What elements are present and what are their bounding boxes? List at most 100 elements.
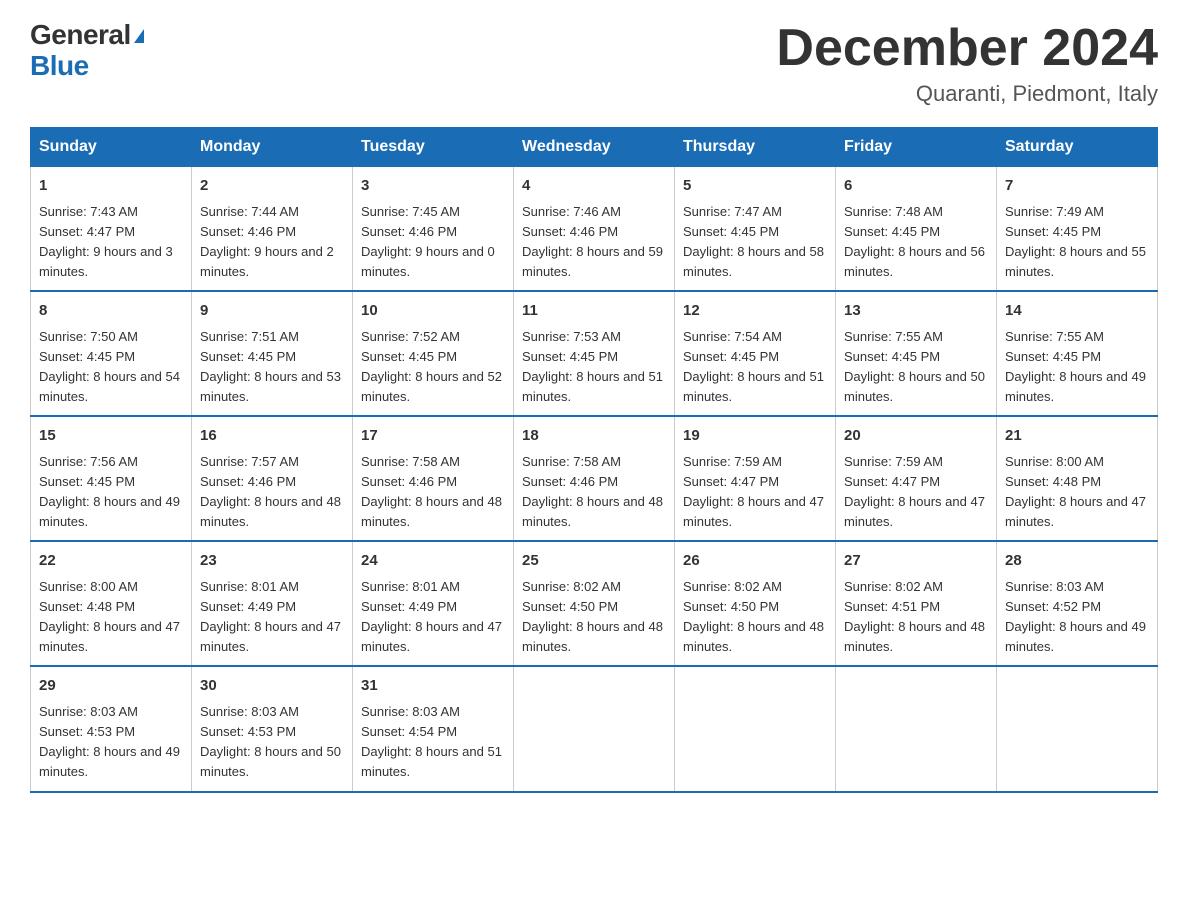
calendar-cell: 15 Sunrise: 7:56 AMSunset: 4:45 PMDaylig… [31, 416, 192, 541]
calendar-cell: 12 Sunrise: 7:54 AMSunset: 4:45 PMDaylig… [675, 291, 836, 416]
weekday-header-friday: Friday [836, 128, 997, 167]
day-info: Sunrise: 8:01 AMSunset: 4:49 PMDaylight:… [361, 577, 505, 658]
day-number: 16 [200, 425, 344, 448]
day-number: 23 [200, 550, 344, 573]
calendar-cell: 30 Sunrise: 8:03 AMSunset: 4:53 PMDaylig… [192, 666, 353, 791]
calendar-cell: 26 Sunrise: 8:02 AMSunset: 4:50 PMDaylig… [675, 541, 836, 666]
day-info: Sunrise: 7:51 AMSunset: 4:45 PMDaylight:… [200, 327, 344, 408]
calendar-cell: 17 Sunrise: 7:58 AMSunset: 4:46 PMDaylig… [353, 416, 514, 541]
calendar-cell: 1 Sunrise: 7:43 AMSunset: 4:47 PMDayligh… [31, 167, 192, 292]
day-info: Sunrise: 7:58 AMSunset: 4:46 PMDaylight:… [522, 452, 666, 533]
calendar-cell: 7 Sunrise: 7:49 AMSunset: 4:45 PMDayligh… [997, 167, 1158, 292]
day-number: 14 [1005, 300, 1149, 323]
day-number: 25 [522, 550, 666, 573]
day-info: Sunrise: 7:44 AMSunset: 4:46 PMDaylight:… [200, 202, 344, 283]
day-info: Sunrise: 8:02 AMSunset: 4:50 PMDaylight:… [522, 577, 666, 658]
logo: General Blue [30, 20, 144, 82]
day-info: Sunrise: 7:45 AMSunset: 4:46 PMDaylight:… [361, 202, 505, 283]
weekday-header-wednesday: Wednesday [514, 128, 675, 167]
day-number: 22 [39, 550, 183, 573]
location-title: Quaranti, Piedmont, Italy [776, 81, 1158, 107]
calendar-week-row: 15 Sunrise: 7:56 AMSunset: 4:45 PMDaylig… [31, 416, 1158, 541]
day-info: Sunrise: 7:59 AMSunset: 4:47 PMDaylight:… [844, 452, 988, 533]
day-info: Sunrise: 8:02 AMSunset: 4:51 PMDaylight:… [844, 577, 988, 658]
calendar-cell: 24 Sunrise: 8:01 AMSunset: 4:49 PMDaylig… [353, 541, 514, 666]
calendar-cell: 16 Sunrise: 7:57 AMSunset: 4:46 PMDaylig… [192, 416, 353, 541]
day-info: Sunrise: 7:52 AMSunset: 4:45 PMDaylight:… [361, 327, 505, 408]
calendar-cell: 2 Sunrise: 7:44 AMSunset: 4:46 PMDayligh… [192, 167, 353, 292]
day-number: 27 [844, 550, 988, 573]
day-number: 2 [200, 175, 344, 198]
weekday-header-monday: Monday [192, 128, 353, 167]
month-title: December 2024 [776, 20, 1158, 77]
day-number: 4 [522, 175, 666, 198]
calendar-cell: 23 Sunrise: 8:01 AMSunset: 4:49 PMDaylig… [192, 541, 353, 666]
day-info: Sunrise: 7:49 AMSunset: 4:45 PMDaylight:… [1005, 202, 1149, 283]
day-number: 24 [361, 550, 505, 573]
day-info: Sunrise: 7:50 AMSunset: 4:45 PMDaylight:… [39, 327, 183, 408]
day-number: 19 [683, 425, 827, 448]
calendar-week-row: 22 Sunrise: 8:00 AMSunset: 4:48 PMDaylig… [31, 541, 1158, 666]
calendar-week-row: 8 Sunrise: 7:50 AMSunset: 4:45 PMDayligh… [31, 291, 1158, 416]
day-info: Sunrise: 7:56 AMSunset: 4:45 PMDaylight:… [39, 452, 183, 533]
calendar-cell: 25 Sunrise: 8:02 AMSunset: 4:50 PMDaylig… [514, 541, 675, 666]
calendar-cell: 27 Sunrise: 8:02 AMSunset: 4:51 PMDaylig… [836, 541, 997, 666]
calendar-cell: 4 Sunrise: 7:46 AMSunset: 4:46 PMDayligh… [514, 167, 675, 292]
calendar-cell: 10 Sunrise: 7:52 AMSunset: 4:45 PMDaylig… [353, 291, 514, 416]
calendar-cell: 21 Sunrise: 8:00 AMSunset: 4:48 PMDaylig… [997, 416, 1158, 541]
day-number: 13 [844, 300, 988, 323]
day-info: Sunrise: 7:55 AMSunset: 4:45 PMDaylight:… [844, 327, 988, 408]
calendar-cell: 22 Sunrise: 8:00 AMSunset: 4:48 PMDaylig… [31, 541, 192, 666]
calendar-week-row: 1 Sunrise: 7:43 AMSunset: 4:47 PMDayligh… [31, 167, 1158, 292]
calendar-cell: 6 Sunrise: 7:48 AMSunset: 4:45 PMDayligh… [836, 167, 997, 292]
day-number: 31 [361, 675, 505, 698]
calendar-cell: 13 Sunrise: 7:55 AMSunset: 4:45 PMDaylig… [836, 291, 997, 416]
day-number: 3 [361, 175, 505, 198]
weekday-header-tuesday: Tuesday [353, 128, 514, 167]
weekday-header-sunday: Sunday [31, 128, 192, 167]
calendar-week-row: 29 Sunrise: 8:03 AMSunset: 4:53 PMDaylig… [31, 666, 1158, 791]
day-number: 21 [1005, 425, 1149, 448]
day-info: Sunrise: 7:58 AMSunset: 4:46 PMDaylight:… [361, 452, 505, 533]
day-info: Sunrise: 8:03 AMSunset: 4:53 PMDaylight:… [200, 702, 344, 783]
calendar-cell: 18 Sunrise: 7:58 AMSunset: 4:46 PMDaylig… [514, 416, 675, 541]
calendar-cell: 8 Sunrise: 7:50 AMSunset: 4:45 PMDayligh… [31, 291, 192, 416]
page-header: General Blue December 2024 Quaranti, Pie… [30, 20, 1158, 107]
day-number: 6 [844, 175, 988, 198]
day-number: 17 [361, 425, 505, 448]
weekday-header-saturday: Saturday [997, 128, 1158, 167]
day-info: Sunrise: 7:48 AMSunset: 4:45 PMDaylight:… [844, 202, 988, 283]
calendar-cell: 11 Sunrise: 7:53 AMSunset: 4:45 PMDaylig… [514, 291, 675, 416]
day-info: Sunrise: 8:03 AMSunset: 4:52 PMDaylight:… [1005, 577, 1149, 658]
day-info: Sunrise: 8:00 AMSunset: 4:48 PMDaylight:… [1005, 452, 1149, 533]
day-number: 8 [39, 300, 183, 323]
day-info: Sunrise: 7:46 AMSunset: 4:46 PMDaylight:… [522, 202, 666, 283]
day-info: Sunrise: 8:02 AMSunset: 4:50 PMDaylight:… [683, 577, 827, 658]
weekday-header-row: SundayMondayTuesdayWednesdayThursdayFrid… [31, 128, 1158, 167]
calendar-table: SundayMondayTuesdayWednesdayThursdayFrid… [30, 127, 1158, 792]
day-number: 30 [200, 675, 344, 698]
day-info: Sunrise: 8:01 AMSunset: 4:49 PMDaylight:… [200, 577, 344, 658]
day-info: Sunrise: 8:00 AMSunset: 4:48 PMDaylight:… [39, 577, 183, 658]
day-info: Sunrise: 8:03 AMSunset: 4:53 PMDaylight:… [39, 702, 183, 783]
day-number: 12 [683, 300, 827, 323]
calendar-cell: 5 Sunrise: 7:47 AMSunset: 4:45 PMDayligh… [675, 167, 836, 292]
day-number: 18 [522, 425, 666, 448]
logo-general-line: General [30, 20, 144, 51]
day-number: 1 [39, 175, 183, 198]
title-block: December 2024 Quaranti, Piedmont, Italy [776, 20, 1158, 107]
day-info: Sunrise: 7:55 AMSunset: 4:45 PMDaylight:… [1005, 327, 1149, 408]
calendar-cell [997, 666, 1158, 791]
day-number: 15 [39, 425, 183, 448]
calendar-cell [514, 666, 675, 791]
calendar-cell: 9 Sunrise: 7:51 AMSunset: 4:45 PMDayligh… [192, 291, 353, 416]
day-number: 26 [683, 550, 827, 573]
day-number: 10 [361, 300, 505, 323]
day-number: 20 [844, 425, 988, 448]
calendar-cell: 28 Sunrise: 8:03 AMSunset: 4:52 PMDaylig… [997, 541, 1158, 666]
calendar-cell: 3 Sunrise: 7:45 AMSunset: 4:46 PMDayligh… [353, 167, 514, 292]
day-number: 5 [683, 175, 827, 198]
day-info: Sunrise: 7:53 AMSunset: 4:45 PMDaylight:… [522, 327, 666, 408]
logo-blue-text: Blue [30, 50, 89, 81]
day-number: 11 [522, 300, 666, 323]
